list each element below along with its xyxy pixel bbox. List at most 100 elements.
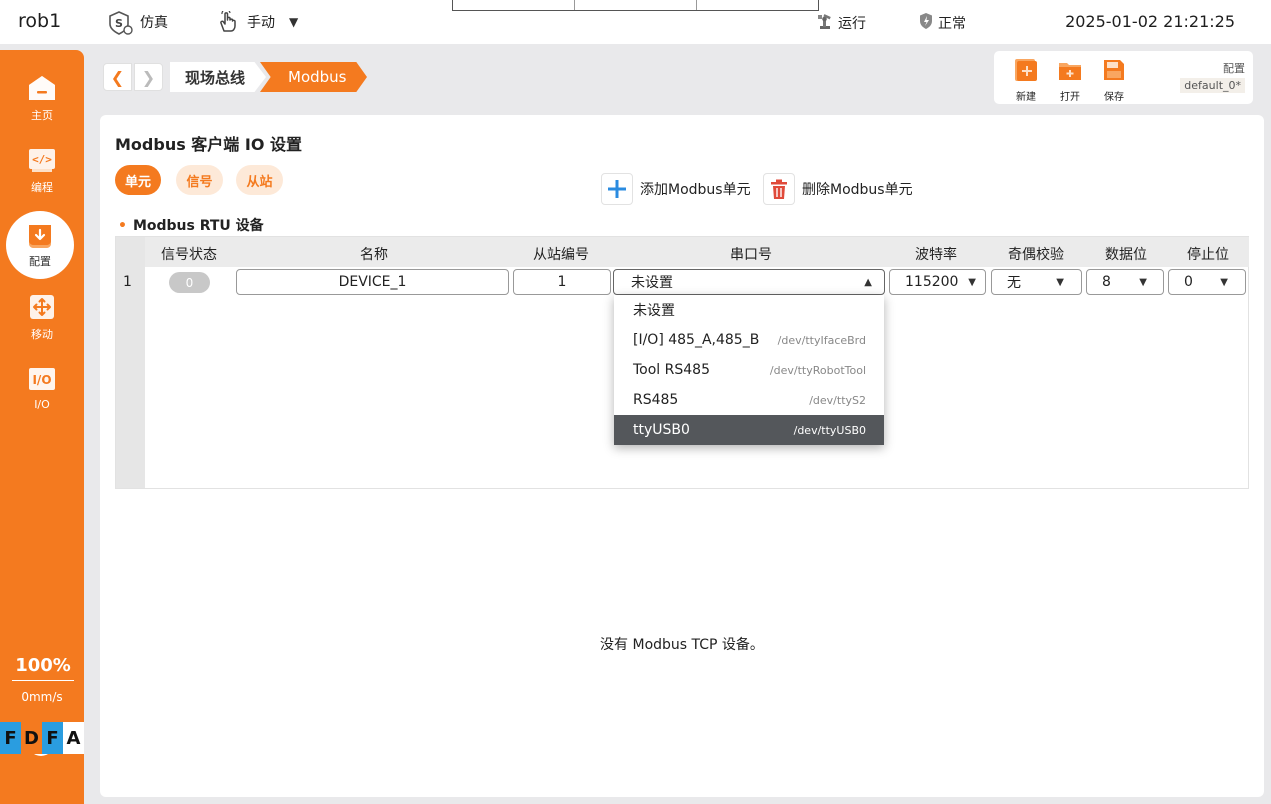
- history-nav: ❮ ❯: [103, 63, 163, 91]
- io-icon: I/O: [28, 365, 56, 393]
- page-title: Modbus 客户端 IO 设置: [115, 135, 303, 154]
- code-icon: </>: [28, 146, 56, 174]
- sidebar-item-config[interactable]: 配置: [6, 211, 74, 279]
- stop-bits-value: 0: [1184, 274, 1193, 290]
- chevron-down-icon: ▼: [1056, 277, 1064, 288]
- dropdown-option-tool-rs485[interactable]: Tool RS485 /dev/ttyRobotTool: [614, 355, 884, 385]
- serial-port-value: 未设置: [631, 275, 673, 291]
- forward-button[interactable]: ❯: [134, 63, 163, 91]
- chevron-down-icon: ▼: [968, 277, 976, 288]
- new-file-icon: [1014, 58, 1038, 82]
- dropdown-option-rs485[interactable]: RS485 /dev/ttyS2: [614, 385, 884, 415]
- brand-letter: F: [42, 722, 63, 754]
- serial-port-dropdown: 未设置 [I/O] 485_A,485_B /dev/ttyIfaceBrd T…: [614, 295, 884, 445]
- config-toolbar: 新建 打开 保存 配置 default_0*: [994, 51, 1253, 104]
- sidebar-item-home[interactable]: 主页: [0, 74, 84, 138]
- device-name-field[interactable]: DEVICE_1: [236, 269, 509, 295]
- sidebar-item-label: 编程: [31, 181, 53, 194]
- column-header-serial-port: 串口号: [730, 247, 772, 263]
- new-config-label: 新建: [1016, 92, 1036, 103]
- top-tab[interactable]: [575, 0, 697, 10]
- top-tab-strip: [452, 0, 819, 11]
- chevron-right-icon: ❯: [141, 67, 156, 87]
- system-status-label: 正常: [938, 16, 966, 32]
- manual-label: 手动: [247, 15, 275, 31]
- data-bits-select[interactable]: 8 ▼: [1086, 269, 1164, 295]
- option-label: ttyUSB0: [633, 422, 690, 438]
- run-status-label: 运行: [838, 16, 866, 32]
- new-config-button[interactable]: 新建: [1010, 58, 1042, 103]
- simulation-label: 仿真: [140, 15, 168, 31]
- option-device-path: /dev/ttyS2: [809, 393, 866, 407]
- baud-rate-select[interactable]: 115200 ▼: [889, 269, 986, 295]
- brand-logo: F D F A: [0, 722, 84, 754]
- hand-icon: [217, 11, 241, 33]
- datetime: 2025-01-02 21:21:25: [1065, 12, 1235, 31]
- back-button[interactable]: ❮: [103, 63, 132, 91]
- save-config-button[interactable]: 保存: [1098, 58, 1130, 103]
- rtu-section-title: Modbus RTU 设备: [118, 215, 264, 235]
- delete-modbus-unit-button[interactable]: 删除Modbus单元: [763, 173, 913, 205]
- slave-id-field[interactable]: 1: [513, 269, 611, 295]
- option-device-path: /dev/ttyIfaceBrd: [777, 333, 866, 347]
- simulation-mode-toggle[interactable]: S 仿真: [108, 11, 168, 35]
- current-config-name[interactable]: default_0*: [1180, 78, 1245, 93]
- tab-slave[interactable]: 从站: [236, 165, 283, 195]
- tab-signal[interactable]: 信号: [176, 165, 223, 195]
- top-tab[interactable]: [453, 0, 575, 10]
- sidebar-item-label: 移动: [31, 328, 53, 341]
- table-header: [145, 237, 1249, 267]
- trash-icon: [763, 173, 795, 205]
- dropdown-option-ttyusb0[interactable]: ttyUSB0 /dev/ttyUSB0: [614, 415, 884, 445]
- home-icon: [28, 74, 56, 102]
- sidebar: 主页 </> 编程 配置 移动 I/O I/O 100% 0mm/s: [0, 50, 84, 804]
- dropdown-option-unset[interactable]: 未设置: [614, 295, 884, 325]
- speed-value: 0mm/s: [21, 690, 63, 704]
- manual-mode-dropdown[interactable]: 手动 ▼: [217, 11, 298, 33]
- serial-port-select[interactable]: 未设置 ▲: [613, 269, 885, 295]
- brand-letter: F: [0, 722, 21, 754]
- open-config-button[interactable]: 打开: [1054, 58, 1086, 103]
- parity-value: 无: [1007, 275, 1021, 291]
- option-label: 未设置: [633, 303, 675, 319]
- move-icon: [28, 293, 56, 321]
- chevron-down-icon: ▼: [1220, 277, 1228, 288]
- stop-bits-select[interactable]: 0 ▼: [1168, 269, 1246, 295]
- sidebar-item-label: 配置: [29, 254, 51, 268]
- speed-percentage[interactable]: 100%: [12, 655, 74, 681]
- save-config-label: 保存: [1104, 92, 1124, 103]
- row-index: 1: [123, 274, 132, 290]
- sidebar-item-io[interactable]: I/O I/O: [0, 365, 84, 429]
- svg-text:I/O: I/O: [32, 373, 51, 387]
- tab-unit[interactable]: 单元: [115, 165, 161, 195]
- option-device-path: /dev/ttyRobotTool: [769, 363, 866, 377]
- breadcrumb-modbus[interactable]: Modbus: [260, 62, 367, 92]
- brand-letter: A: [63, 722, 84, 754]
- modbus-settings-panel: Modbus 客户端 IO 设置 单元 信号 从站 添加Modbus单元 删除M…: [100, 115, 1264, 797]
- svg-text:S: S: [115, 17, 123, 30]
- option-device-path: /dev/ttyUSB0: [793, 423, 866, 437]
- shield-icon: [918, 12, 934, 34]
- baud-rate-value: 115200: [905, 274, 959, 290]
- column-header-name: 名称: [360, 247, 388, 263]
- add-modbus-unit-button[interactable]: 添加Modbus单元: [601, 173, 751, 205]
- sidebar-item-program[interactable]: </> 编程: [0, 146, 84, 210]
- dropdown-option-io-485[interactable]: [I/O] 485_A,485_B /dev/ttyIfaceBrd: [614, 325, 884, 355]
- top-tab[interactable]: [697, 0, 818, 10]
- brand-letter: D: [21, 722, 42, 754]
- option-label: [I/O] 485_A,485_B: [633, 332, 760, 348]
- save-icon: [1102, 58, 1126, 82]
- breadcrumb-label: 现场总线: [185, 68, 246, 87]
- sidebar-item-move[interactable]: 移动: [0, 293, 84, 357]
- column-header-baud-rate: 波特率: [915, 247, 957, 263]
- chevron-up-icon: ▲: [864, 277, 872, 288]
- robot-name: rob1: [18, 10, 62, 32]
- option-label: Tool RS485: [633, 362, 710, 378]
- robot-arm-icon: [816, 12, 834, 34]
- column-header-parity: 奇偶校验: [1008, 247, 1064, 263]
- data-bits-value: 8: [1102, 274, 1111, 290]
- parity-select[interactable]: 无 ▼: [991, 269, 1082, 295]
- breadcrumb-fieldbus[interactable]: 现场总线: [170, 62, 266, 92]
- add-modbus-unit-label: 添加Modbus单元: [640, 182, 751, 198]
- chevron-left-icon: ❮: [110, 67, 125, 87]
